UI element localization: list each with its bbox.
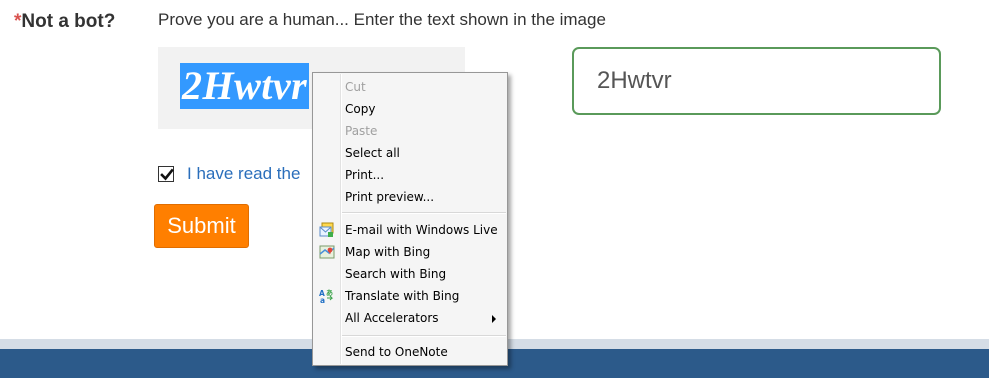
menu-item-label: Copy [345,102,376,116]
menu-item-label: Print preview... [345,190,435,204]
menu-item-label: E-mail with Windows Live [345,223,498,237]
agree-checkbox[interactable] [158,166,174,182]
checkmark-icon [160,168,174,181]
menu-item-select-all[interactable]: Select all [314,142,506,164]
menu-item-cut[interactable]: Cut [314,76,506,98]
menu-item-label: Map with Bing [345,245,431,259]
captcha-input[interactable] [572,47,941,115]
menu-item-copy[interactable]: Copy [314,98,506,120]
menu-item-print[interactable]: Print... [314,164,506,186]
terms-link[interactable]: I have read the [187,164,300,184]
menu-item-paste[interactable]: Paste [314,120,506,142]
menu-separator [342,212,506,214]
menu-item-print-preview[interactable]: Print preview... [314,186,506,208]
bing-maps-icon [319,245,335,259]
menu-item-label: Send to OneNote [345,345,448,359]
menu-item-label: Translate with Bing [345,289,460,303]
menu-item-label: Search with Bing [345,267,447,281]
menu-item-label: Select all [345,146,400,160]
submenu-arrow-icon [492,315,496,323]
menu-item-map-with-bing[interactable]: Map with Bing [314,241,506,263]
menu-item-send-to-onenote[interactable]: Send to OneNote [314,341,506,363]
svg-text:あ: あ [326,288,333,297]
menu-item-label: All Accelerators [345,311,439,325]
captcha-image-text[interactable]: 2Hwtvr [180,63,310,109]
agree-row: I have read the [158,163,300,185]
captcha-instructions: Prove you are a human... Enter the text … [158,10,606,29]
context-menu: Cut Copy Paste Select all Print... Print… [312,72,508,366]
menu-item-translate-with-bing[interactable]: A あ a Translate with Bing [314,285,506,307]
menu-item-label: Cut [345,80,366,94]
menu-item-label: Print... [345,168,385,182]
svg-text:a: a [320,296,325,304]
field-label: Not a bot? [21,11,116,32]
menu-separator [342,335,506,337]
translate-icon: A あ a [319,288,334,304]
submit-button[interactable]: Submit [154,204,249,248]
menu-item-label: Paste [345,124,378,138]
menu-item-email-windows-live[interactable]: E-mail with Windows Live [314,219,506,241]
menu-item-search-with-bing[interactable]: Search with Bing [314,263,506,285]
menu-item-all-accelerators[interactable]: All Accelerators [314,307,506,329]
windows-live-mail-icon [319,222,334,237]
not-a-bot-label: *Not a bot? [14,11,115,33]
